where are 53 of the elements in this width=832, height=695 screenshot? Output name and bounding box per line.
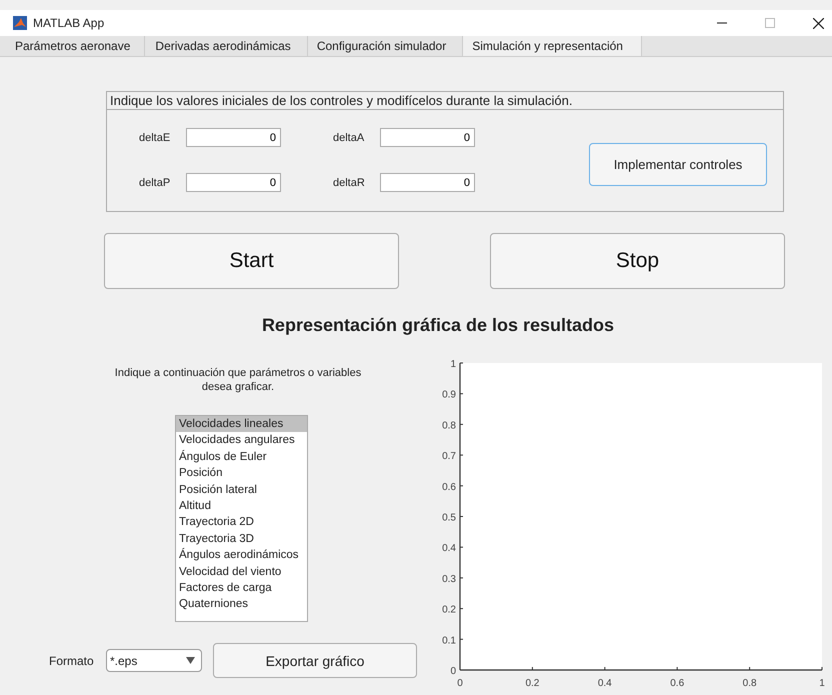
- list-item[interactable]: Posición: [176, 465, 307, 482]
- input-field[interactable]: 0: [380, 173, 475, 192]
- tick-label: 0.5: [442, 512, 456, 524]
- tick-label: 0.8: [742, 678, 757, 689]
- input-field[interactable]: 0: [186, 128, 281, 147]
- tick-label: 0.4: [442, 543, 456, 554]
- tick-label: 0.2: [442, 604, 456, 616]
- field-label: deltaE: [139, 132, 172, 144]
- list-item[interactable]: Factores de carga: [176, 580, 307, 596]
- list-item[interactable]: Ángulos de Euler: [176, 448, 307, 466]
- window-title: MATLAB App: [33, 16, 104, 30]
- list-item[interactable]: Trayectoria 3D: [176, 530, 307, 548]
- stop-button[interactable]: Stop: [490, 233, 785, 289]
- tab[interactable]: Parámetros aeronave: [9, 36, 146, 56]
- tick-label: 0: [450, 666, 456, 677]
- format-dropdown[interactable]: *.eps: [106, 649, 202, 672]
- list-item[interactable]: Trayectoria 2D: [176, 514, 307, 531]
- input-field[interactable]: 0: [380, 128, 475, 147]
- tick-label: 0: [457, 678, 463, 689]
- input-field[interactable]: 0: [186, 173, 281, 192]
- tick-label: 0.4: [598, 678, 612, 689]
- list-item[interactable]: Velocidades angulares: [176, 432, 307, 449]
- section-title: Representación gráfica de los resultados: [260, 315, 616, 336]
- tick-label: 0.2: [525, 678, 540, 689]
- tick-label: 0.6: [670, 678, 684, 689]
- field-label: deltaR: [333, 176, 366, 188]
- field-label: deltaA: [333, 132, 366, 144]
- tab[interactable]: Simulación y representación: [463, 36, 642, 56]
- instructions: Indique a continuación que parámetros o variables desea graficar.: [114, 366, 362, 394]
- tick-label: 0.1: [442, 635, 456, 646]
- tick-label: 0.9: [442, 390, 456, 401]
- format-label: Formato: [49, 654, 95, 668]
- tick-label: 0.6: [442, 482, 456, 493]
- list-item[interactable]: Velocidades lineales: [176, 416, 307, 432]
- panel-title: Indique los valores iniciales de los controles y modifícelos durante la simulación.: [107, 92, 783, 110]
- tick-label: 1: [450, 359, 456, 370]
- caret-icon: [186, 657, 195, 664]
- tick-label: 0.7: [442, 451, 456, 462]
- list-item[interactable]: Velocidad del viento: [176, 564, 307, 580]
- tick-label: 1: [819, 678, 825, 689]
- tick-label: 0.3: [442, 574, 456, 585]
- export-button[interactable]: Exportar gráfico: [213, 643, 417, 678]
- tick-label: 0.8: [442, 420, 456, 432]
- list-item[interactable]: Ángulos aerodinámicos: [176, 547, 307, 564]
- close-icon[interactable]: [813, 18, 824, 28]
- implement-button[interactable]: Implementar controles: [589, 142, 767, 186]
- app-logo-icon: [13, 16, 27, 30]
- list-item[interactable]: Quaterniones: [176, 596, 307, 613]
- list-item[interactable]: Posición lateral: [176, 482, 307, 498]
- tab[interactable]: Derivadas aerodinámicas: [145, 36, 308, 56]
- start-button[interactable]: Start: [104, 233, 399, 289]
- list-item[interactable]: Altitud: [176, 498, 307, 514]
- field-label: deltaP: [139, 176, 172, 188]
